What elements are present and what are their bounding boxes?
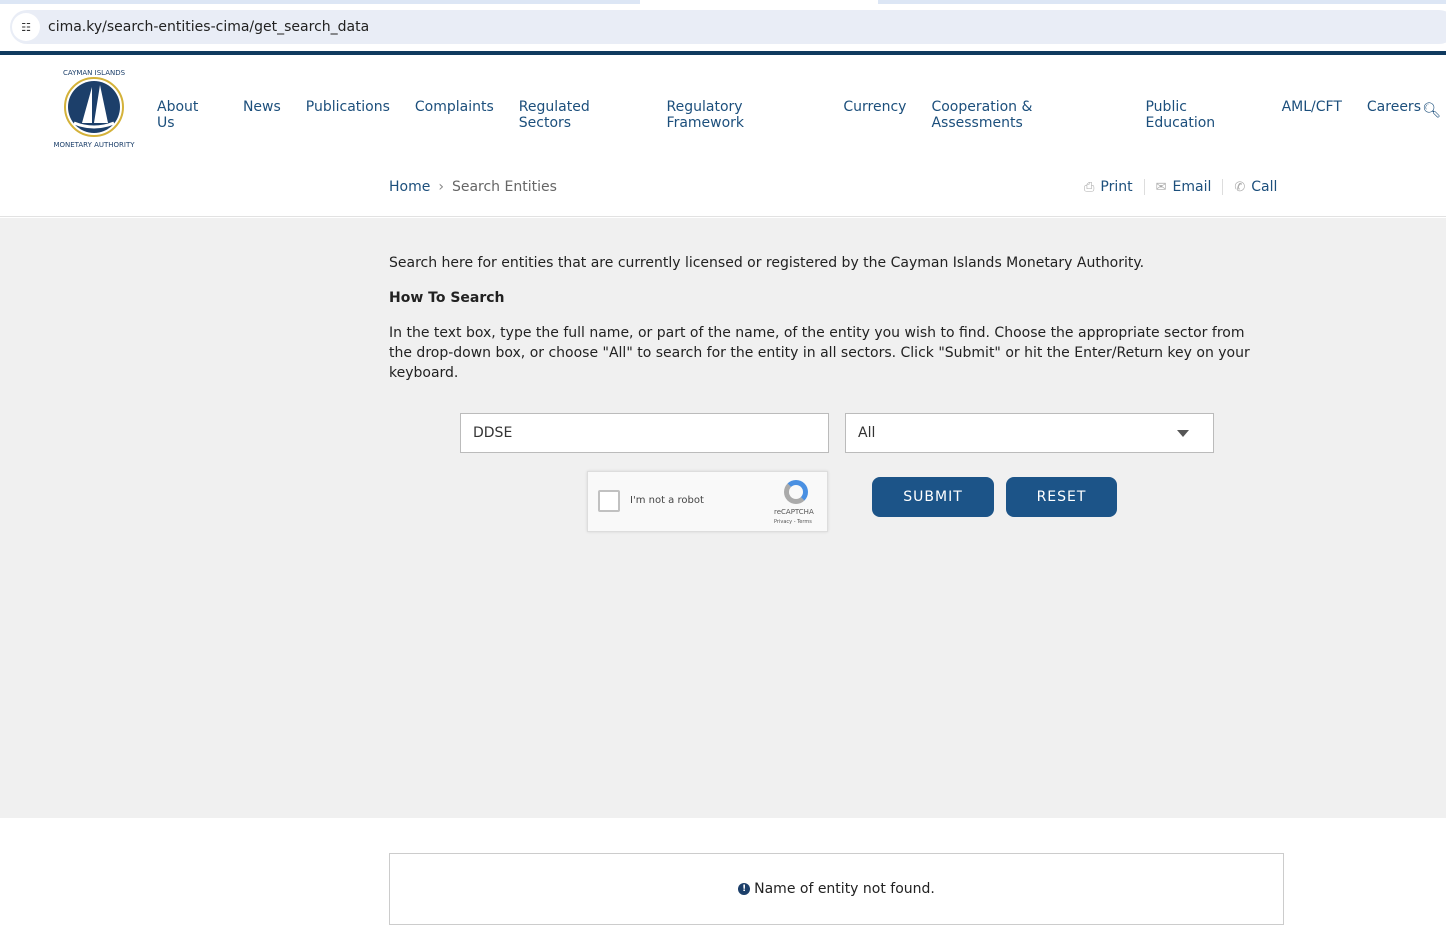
url-text[interactable]: cima.ky/search-entities-cima/get_search_… <box>48 19 369 35</box>
nav-aml-cft[interactable]: AML/CFT <box>1282 99 1342 131</box>
address-bar[interactable]: ☷ cima.ky/search-entities-cima/get_searc… <box>10 10 1446 44</box>
nav-about-us[interactable]: About Us <box>157 99 218 131</box>
result-message-box: ! Name of entity not found. <box>389 853 1284 925</box>
call-button[interactable]: ✆ Call <box>1222 179 1288 195</box>
howto-title: How To Search <box>389 290 505 306</box>
page-actions: ⎙ Print ✉ Email ✆ Call <box>1084 179 1288 195</box>
search-icon[interactable]: 🔍︎ <box>1422 101 1441 119</box>
nav-publications[interactable]: Publications <box>306 99 390 131</box>
submit-button[interactable]: SUBMIT <box>872 477 994 517</box>
captcha-label: I'm not a robot <box>630 495 704 506</box>
recaptcha: I'm not a robot reCAPTCHA Privacy - Term… <box>587 471 828 532</box>
search-section: Search here for entities that are curren… <box>0 218 1446 818</box>
email-button[interactable]: ✉ Email <box>1143 179 1223 195</box>
main-nav: About Us News Publications Complaints Re… <box>157 99 1446 131</box>
breadcrumb-home[interactable]: Home <box>389 179 430 195</box>
envelope-icon: ✉ <box>1155 179 1167 195</box>
intro-text: Search here for entities that are curren… <box>389 255 1145 271</box>
email-label: Email <box>1172 179 1212 195</box>
printer-icon: ⎙ <box>1084 179 1095 195</box>
breadcrumb: Home › Search Entities <box>389 179 557 195</box>
browser-chrome: ☷ cima.ky/search-entities-cima/get_searc… <box>0 0 1446 51</box>
nav-currency[interactable]: Currency <box>843 99 906 131</box>
sector-value: All <box>858 425 876 441</box>
sector-select[interactable]: All <box>845 413 1214 453</box>
tab-strip <box>0 0 1446 4</box>
print-label: Print <box>1100 179 1133 195</box>
nav-public-education[interactable]: Public Education <box>1145 99 1256 131</box>
captcha-terms[interactable]: Privacy - Terms <box>774 519 812 525</box>
nav-regulatory-framework[interactable]: Regulatory Framework <box>667 99 819 131</box>
nav-news[interactable]: News <box>243 99 281 131</box>
site-header: CAYMAN ISLANDS MONETARY AUTHORITY About … <box>0 55 1446 217</box>
nav-regulated-sectors[interactable]: Regulated Sectors <box>519 99 642 131</box>
svg-text:MONETARY AUTHORITY: MONETARY AUTHORITY <box>53 141 135 149</box>
chevron-right-icon: › <box>438 179 444 195</box>
phone-icon: ✆ <box>1234 179 1246 195</box>
captcha-brand: reCAPTCHA <box>774 508 814 516</box>
chevron-down-icon <box>1177 430 1189 437</box>
cima-logo[interactable]: CAYMAN ISLANDS MONETARY AUTHORITY <box>52 65 136 149</box>
info-icon: ! <box>738 883 751 895</box>
print-button[interactable]: ⎙ Print <box>1084 179 1144 195</box>
recaptcha-logo-icon <box>784 480 808 504</box>
captcha-checkbox[interactable] <box>598 490 620 512</box>
howto-text: In the text box, type the full name, or … <box>389 325 1250 381</box>
svg-text:CAYMAN ISLANDS: CAYMAN ISLANDS <box>63 69 126 77</box>
call-label: Call <box>1251 179 1278 195</box>
reset-button[interactable]: RESET <box>1006 477 1117 517</box>
nav-cooperation[interactable]: Cooperation & Assessments <box>931 99 1120 131</box>
breadcrumb-current: Search Entities <box>451 179 557 195</box>
result-message: Name of entity not found. <box>754 881 935 897</box>
site-settings-icon[interactable]: ☷ <box>12 13 40 41</box>
entity-name-input[interactable]: DDSE <box>460 413 829 453</box>
nav-complaints[interactable]: Complaints <box>415 99 494 131</box>
nav-careers[interactable]: Careers <box>1367 99 1421 131</box>
